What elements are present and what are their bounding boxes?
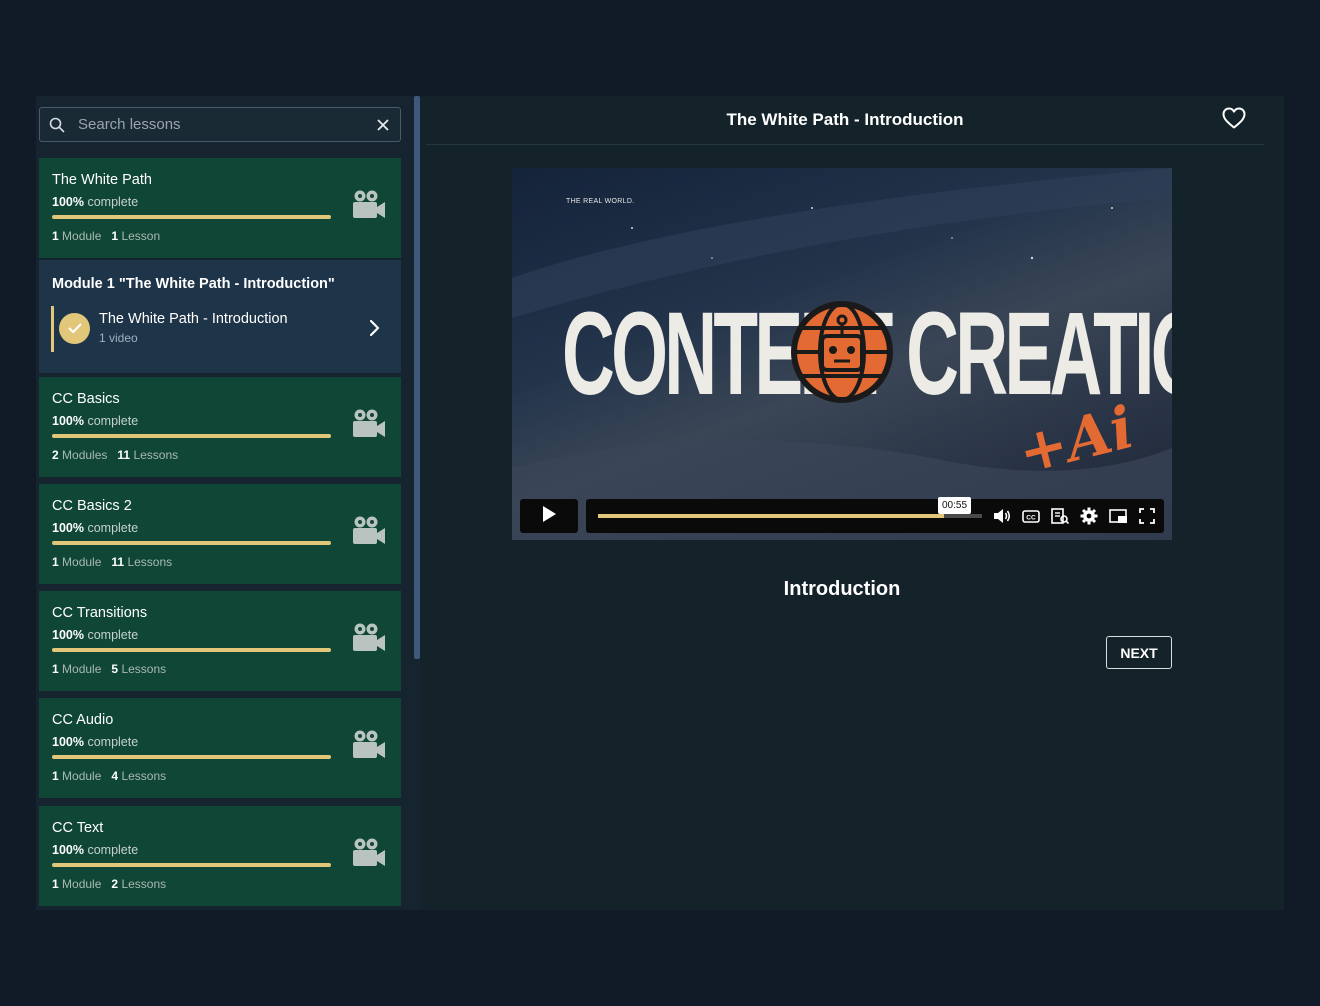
course-title: The White Path — [52, 172, 152, 188]
course-card-cc-text[interactable]: CC Text 100% complete 1 Module 2 Lessons — [39, 806, 401, 906]
volume-icon[interactable] — [992, 506, 1012, 526]
course-sidebar: The White Path 100% complete 1 Module 1 … — [36, 96, 420, 910]
robot-globe-logo — [791, 301, 893, 403]
course-card-cc-basics-2[interactable]: CC Basics 2 100% complete 1 Module 11 Le… — [39, 484, 401, 584]
video-player[interactable]: THE REAL WORLD. CONTENT CREATION +Ai — [512, 168, 1172, 540]
video-seek-bar[interactable]: 00:55 — [598, 497, 982, 518]
play-button[interactable] — [520, 499, 578, 533]
search-icon — [40, 108, 74, 141]
course-progress-text: 100% complete — [52, 521, 139, 535]
course-meta: 1 Module 5 Lessons — [52, 662, 167, 676]
time-tooltip: 00:55 — [938, 497, 972, 514]
course-meta: 2 Modules 11 Lessons — [52, 448, 179, 462]
course-card-cc-transitions[interactable]: CC Transitions 100% complete 1 Module 5 … — [39, 591, 401, 691]
heart-icon[interactable] — [1222, 107, 1248, 131]
svg-text:CC: CC — [1026, 515, 1036, 522]
search-input[interactable] — [74, 108, 366, 141]
next-button[interactable]: NEXT — [1106, 636, 1172, 669]
transcript-icon[interactable] — [1050, 506, 1070, 526]
course-progress-bar — [52, 541, 331, 545]
lesson-heading: Introduction — [783, 578, 901, 600]
course-meta: 1 Module 1 Lesson — [52, 229, 161, 243]
course-progress-bar — [52, 648, 331, 652]
lesson-subtitle: 1 video — [99, 331, 138, 345]
play-icon — [541, 505, 557, 528]
course-card-the-white-path[interactable]: The White Path 100% complete 1 Module 1 … — [39, 158, 401, 258]
pip-icon[interactable] — [1108, 506, 1128, 526]
app-container: The White Path 100% complete 1 Module 1 … — [36, 96, 1284, 910]
video-controls: 00:55 CC — [520, 497, 1164, 533]
video-camera-icon — [350, 189, 386, 221]
search-box — [39, 107, 401, 142]
course-meta: 1 Module 4 Lessons — [52, 769, 167, 783]
close-icon[interactable] — [366, 108, 400, 141]
course-progress-bar — [52, 863, 331, 867]
video-camera-icon — [350, 837, 386, 869]
lesson-main: The White Path - Introduction THE REAL W… — [420, 96, 1284, 910]
lesson-item-introduction[interactable]: The White Path - Introduction 1 video — [51, 306, 391, 352]
course-progress-bar — [52, 215, 331, 219]
course-title: CC Audio — [52, 712, 114, 728]
fullscreen-icon[interactable] — [1137, 506, 1157, 526]
course-title: CC Basics — [52, 391, 120, 407]
course-progress-text: 100% complete — [52, 628, 139, 642]
course-progress-text: 100% complete — [52, 843, 139, 857]
module-panel: Module 1 "The White Path - Introduction"… — [39, 260, 401, 373]
course-card-cc-audio[interactable]: CC Audio 100% complete 1 Module 4 Lesson… — [39, 698, 401, 798]
module-title: Module 1 "The White Path - Introduction" — [52, 276, 335, 292]
settings-icon[interactable] — [1079, 506, 1099, 526]
course-progress-text: 100% complete — [52, 414, 139, 428]
video-camera-icon — [350, 408, 386, 440]
course-progress-bar — [52, 434, 331, 438]
course-title: CC Basics 2 — [52, 498, 132, 514]
chevron-right-icon — [366, 318, 382, 338]
course-title: CC Transitions — [52, 605, 148, 621]
course-meta: 1 Module 11 Lessons — [52, 555, 173, 569]
page-title: The White Path - Introduction — [726, 110, 964, 129]
video-camera-icon — [350, 515, 386, 547]
video-brand-text: THE REAL WORLD. — [566, 198, 635, 205]
course-progress-bar — [52, 755, 331, 759]
captions-icon[interactable]: CC — [1021, 506, 1041, 526]
course-card-cc-basics[interactable]: CC Basics 100% complete 2 Modules 11 Les… — [39, 377, 401, 477]
course-meta: 1 Module 2 Lessons — [52, 877, 167, 891]
course-progress-text: 100% complete — [52, 195, 139, 209]
lesson-header: The White Path - Introduction — [426, 96, 1264, 145]
course-title: CC Text — [52, 820, 104, 836]
lesson-title: The White Path - Introduction — [99, 311, 288, 327]
video-camera-icon — [350, 622, 386, 654]
video-control-bar: 00:55 CC — [586, 497, 1164, 533]
check-icon — [59, 313, 90, 344]
video-camera-icon — [350, 729, 386, 761]
course-progress-text: 100% complete — [52, 735, 139, 749]
